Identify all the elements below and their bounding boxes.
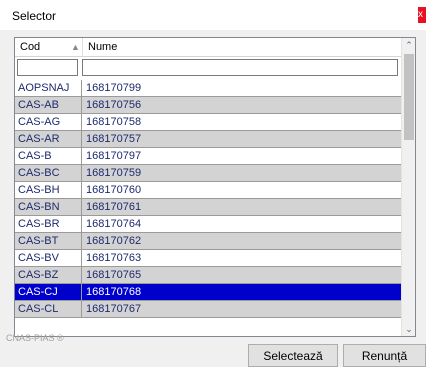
table-row[interactable]: CAS-BC 168170759	[15, 165, 401, 182]
cell-cod: CAS-BC	[15, 165, 82, 181]
select-button[interactable]: Selectează	[248, 344, 338, 367]
cell-cod: AOPSNAJ	[15, 80, 82, 96]
cell-nume: 168170756	[86, 99, 142, 111]
brand-watermark: CNAS-PIAS ®	[6, 333, 64, 343]
table-row[interactable]: CAS-BR 168170764	[15, 216, 401, 233]
table-row[interactable]: CAS-BN 168170761	[15, 199, 401, 216]
filter-row	[15, 57, 401, 79]
table-row[interactable]: CAS-BH 168170760	[15, 182, 401, 199]
table-row[interactable]: CAS-CL 168170767	[15, 301, 401, 318]
cell-nume: 168170765	[86, 269, 142, 281]
grid-rows: AOPSNAJ 168170799 CAS-AB 168170756 CAS-AG 168…	[15, 80, 401, 318]
cell-nume: 168170763	[86, 252, 142, 264]
vertical-scrollbar[interactable]: ⌃ ⌄	[401, 38, 415, 336]
cell-nume: 168170764	[86, 218, 142, 230]
close-icon: x	[418, 9, 423, 20]
cell-cod: CAS-CJ	[15, 284, 82, 300]
cell-nume: 168170761	[86, 201, 142, 213]
cell-cod: CAS-CL	[15, 301, 82, 317]
cell-nume: 168170767	[86, 303, 142, 315]
table-row[interactable]: CAS-BZ 168170765	[15, 267, 401, 284]
table-row[interactable]: CAS-AG 168170758	[15, 114, 401, 131]
selector-grid[interactable]: Cod ▲ Nume AOPSNAJ 168170799 CAS-AB 1681707…	[14, 37, 416, 337]
cell-nume: 168170758	[86, 116, 142, 128]
cell-cod: CAS-BV	[15, 250, 82, 266]
cell-cod: CAS-AR	[15, 131, 82, 147]
cell-nume: 168170768	[86, 286, 142, 298]
cell-cod: CAS-BZ	[15, 267, 82, 283]
column-header-nume[interactable]: Nume	[83, 38, 401, 56]
grid-header: Cod ▲ Nume	[15, 38, 401, 57]
cell-cod: CAS-AG	[15, 114, 82, 130]
cell-cod: CAS-AB	[15, 97, 82, 113]
table-row[interactable]: CAS-BT 168170762	[15, 233, 401, 250]
table-row[interactable]: CAS-AB 168170756	[15, 97, 401, 114]
cell-nume: 168170760	[86, 184, 142, 196]
table-row[interactable]: AOPSNAJ 168170799	[15, 80, 401, 97]
table-row[interactable]: CAS-CJ 168170768	[15, 284, 401, 301]
title-bar: Selector x	[0, 0, 426, 30]
column-header-nume-label: Nume	[88, 41, 118, 53]
cell-nume: 168170757	[86, 133, 142, 145]
close-button[interactable]: x	[418, 7, 426, 23]
column-header-cod[interactable]: Cod ▲	[15, 38, 83, 56]
cell-nume: 168170799	[86, 82, 142, 94]
window-title: Selector	[12, 9, 57, 23]
cell-cod: CAS-BT	[15, 233, 82, 249]
sort-up-icon: ▲	[71, 42, 80, 52]
scrollbar-thumb[interactable]	[404, 54, 414, 140]
cell-cod: CAS-BH	[15, 182, 82, 198]
cell-cod: CAS-BN	[15, 199, 82, 215]
table-row[interactable]: CAS-AR 168170757	[15, 131, 401, 148]
table-row[interactable]: CAS-B 168170797	[15, 148, 401, 165]
chevron-up-icon[interactable]: ⌃	[402, 38, 415, 52]
cell-nume: 168170759	[86, 167, 142, 179]
cancel-button[interactable]: Renunță	[343, 344, 426, 367]
filter-nume-input[interactable]	[82, 59, 398, 76]
column-header-cod-label: Cod	[20, 41, 41, 53]
cell-cod: CAS-B	[15, 148, 82, 164]
chevron-down-icon[interactable]: ⌄	[402, 322, 415, 336]
table-row[interactable]: CAS-BV 168170763	[15, 250, 401, 267]
cell-nume: 168170797	[86, 150, 142, 162]
cell-nume: 168170762	[86, 235, 142, 247]
cell-cod: CAS-BR	[15, 216, 82, 232]
filter-cod-input[interactable]	[17, 59, 78, 76]
